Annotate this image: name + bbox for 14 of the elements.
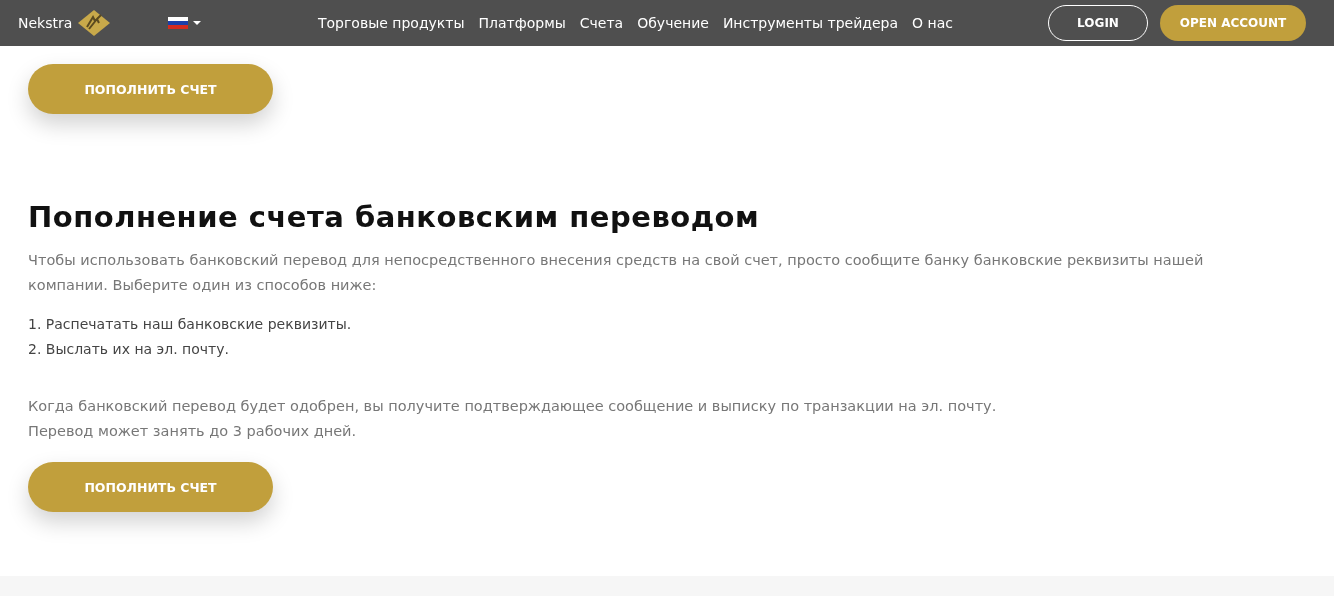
section-heading: Пополнение счета банковским переводом xyxy=(28,200,761,234)
nav-link[interactable]: Торговые продукты xyxy=(318,15,465,31)
list-item: 1. Распечатать наш банковские реквизиты. xyxy=(28,315,353,334)
note-line: Перевод может занять до 3 рабочих дней. xyxy=(28,422,358,441)
nav-link[interactable]: Счета xyxy=(579,15,624,31)
nav-link[interactable]: Обучение xyxy=(637,15,709,31)
brand-name[interactable]: Nekstra xyxy=(18,15,73,31)
russia-flag-icon[interactable] xyxy=(168,17,203,29)
nav-link[interactable]: О нас xyxy=(912,15,953,31)
nav-link[interactable]: Инструменты трейдера xyxy=(722,15,899,31)
note-line: Когда банковский перевод будет одобрен, вы получите подтверждающее сообщение и выписку по транзакции на эл. почту. xyxy=(28,397,998,416)
list-item: 2. Выслать их на эл. почту. xyxy=(28,340,230,359)
intro-paragraph: Чтобы использовать банковский перевод для непосредственного внесения средств на свой счет, просто сообщите банку банковские реквизиты нашей компании. Выберите один из способов ниже: xyxy=(28,251,1205,295)
nav-link[interactable]: Платформы xyxy=(478,15,566,31)
